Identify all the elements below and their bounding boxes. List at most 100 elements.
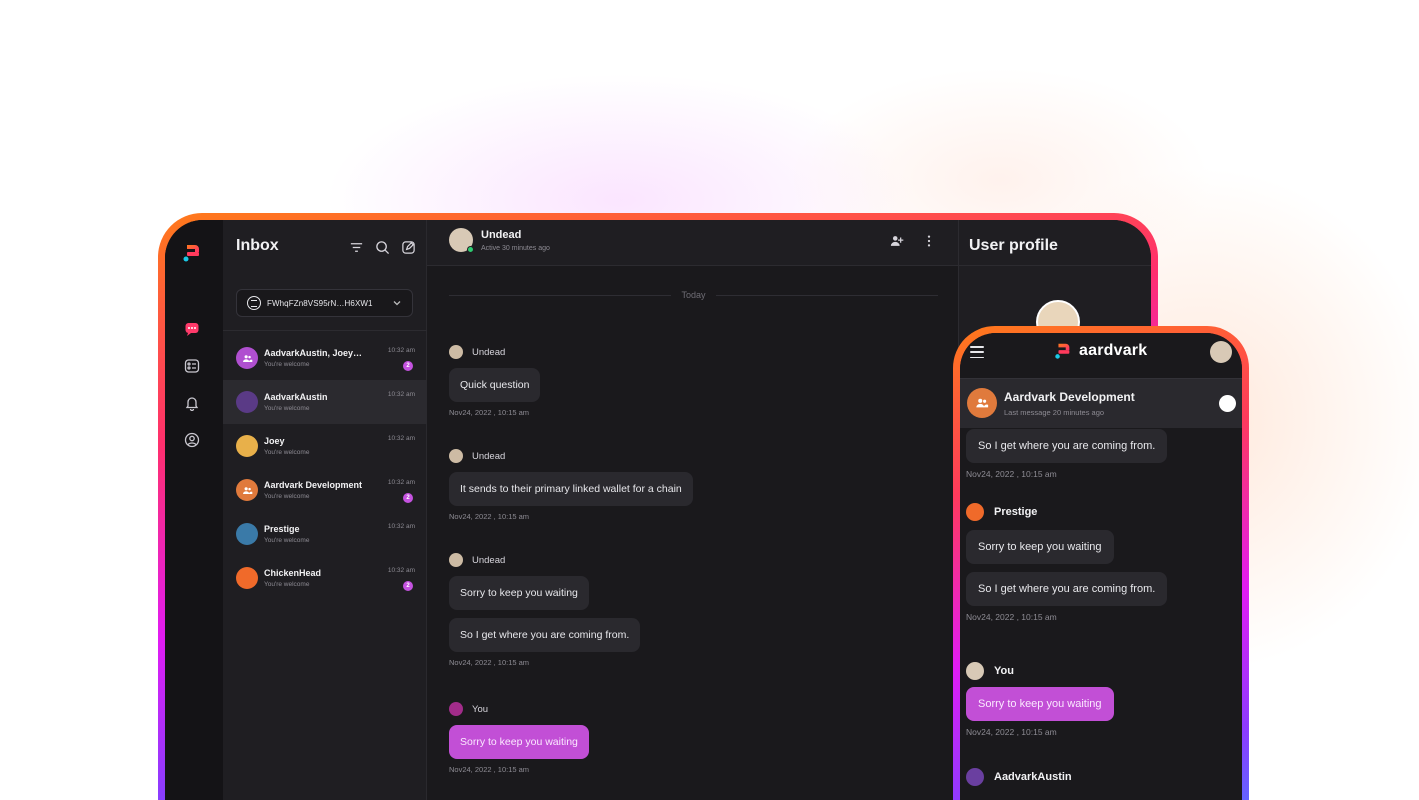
chat-header: Undead Active 30 minutes ago [427,220,958,266]
aardvark-logo-icon [1055,343,1070,359]
conversation-item[interactable]: Joey You're welcome 10:32 am [223,424,427,468]
chat-panel: Undead Active 30 minutes ago Today Undea [427,220,958,800]
conversation-time: 10:32 am [387,523,415,530]
message-bubble: So I get where you are coming from. [966,429,1168,463]
solana-icon [247,296,261,310]
conversation-item[interactable]: Prestige You're welcome 10:32 am [223,512,427,556]
avatar [449,449,463,463]
brand: aardvark [1053,341,1147,361]
message-time: Nov24, 2022 , 10:15 am [449,408,530,417]
conversation-preview: You're welcome [264,361,310,368]
message-bubble-own: Sorry to keep you waiting [449,725,589,759]
chevron-down-icon [392,298,402,308]
online-status-dot [467,246,474,253]
aardvark-logo-icon[interactable] [181,242,203,264]
profile-title: User profile [969,237,1058,254]
conversation-item[interactable]: AadvarkAustin You're welcome 10:32 am [223,380,427,424]
group-avatar [236,347,258,369]
conversation-time: 10:32 am [387,435,415,442]
sender-name: Undead [472,450,506,462]
message-group: You Sorry to keep you waiting Nov24, 202… [449,701,589,774]
mobile-top-bar: aardvark [960,333,1242,378]
conversation-name: Aardvark Development [264,480,363,490]
conversation-preview: You're welcome [264,493,310,500]
phone-device-frame: aardvark Aardvark Development Last messa… [953,326,1249,800]
inbox-title: Inbox [236,237,279,254]
unread-badge: 2 [403,361,413,371]
more-vertical-icon[interactable] [922,234,936,248]
conversation-subtitle: Last message 20 minutes ago [1004,408,1105,417]
compose-icon[interactable] [400,239,416,255]
wallet-selector[interactable]: FWhqFZn8VS95rN…H6XW1 [236,289,413,317]
message-time: Nov24, 2022 , 10:15 am [449,512,530,521]
message-time: Nov24, 2022 , 10:15 am [449,765,530,774]
conversation-name: Aardvark Development [1004,390,1135,404]
conversation-time: 10:32 am [387,391,415,398]
day-separator: Today [449,288,938,302]
message-bubble-own: Sorry to keep you waiting [966,687,1114,721]
message-bubble: Quick question [449,368,541,402]
conversation-name: Joey [264,436,285,446]
conversation-preview: You're welcome [264,537,310,544]
avatar[interactable] [1210,341,1232,363]
avatar [236,567,258,589]
conversation-name: AadvarkAustin [264,392,328,402]
message-group: Prestige Sorry to keep you waiting So I … [966,502,1168,622]
conversation-name: ChickenHead [264,568,322,578]
chat-actions [890,234,936,248]
conversation-item[interactable]: Aardvark Development You're welcome 10:3… [223,468,427,512]
conversation-item[interactable]: ChickenHead You're welcome 10:32 am 2 [223,556,427,600]
message-group: AadvarkAustin [966,767,1072,787]
avatar [236,435,258,457]
contacts-icon[interactable] [183,357,201,375]
sender-name: Undead [472,346,506,358]
avatar [449,345,463,359]
conversation-name: Prestige [264,524,300,534]
filter-icon[interactable] [348,239,364,255]
group-avatar [967,388,997,418]
conversation-preview: You're welcome [264,449,310,456]
avatar [236,391,258,413]
avatar [449,702,463,716]
inbox-toolbar [348,239,416,255]
sender-name: AadvarkAustin [994,771,1072,783]
message-bubble: It sends to their primary linked wallet … [449,472,693,506]
message-time: Nov24, 2022 , 10:15 am [966,727,1057,737]
sender-name: You [994,665,1014,677]
message-bubble: Sorry to keep you waiting [449,576,589,610]
avatar [966,503,984,521]
group-avatar [236,479,258,501]
inbox-panel: Inbox FWhqFZn8VS95rN…H6XW1 AadvarkAustin… [223,220,427,800]
message-group: Undead Quick question Nov24, 2022 , 10:1… [449,344,541,417]
search-icon[interactable] [374,239,390,255]
message-group: So I get where you are coming from. Nov2… [966,429,1168,479]
mobile-app: aardvark Aardvark Development Last messa… [960,333,1242,800]
brand-name: aardvark [1079,342,1148,359]
message-bubble: So I get where you are coming from. [449,618,641,652]
sender-name: Prestige [994,506,1038,518]
mobile-conversation-header[interactable]: Aardvark Development Last message 20 min… [960,378,1242,428]
bell-icon[interactable] [183,394,201,412]
avatar [966,768,984,786]
add-user-icon[interactable] [890,234,904,248]
conversation-time: 10:32 am [387,347,415,354]
chat-contact-status: Active 30 minutes ago [481,245,550,252]
message-time: Nov24, 2022 , 10:15 am [449,658,530,667]
avatar [236,523,258,545]
conversation-time: 10:32 am [387,479,415,486]
menu-icon[interactable] [970,346,984,358]
sender-name: You [472,703,489,715]
message-time: Nov24, 2022 , 10:15 am [966,469,1057,479]
message-group: You Sorry to keep you waiting Nov24, 202… [966,661,1114,737]
wallet-address: FWhqFZn8VS95rN…H6XW1 [267,298,373,308]
avatar [449,553,463,567]
chat-icon[interactable] [183,320,201,338]
day-label: Today [681,290,706,300]
conversation-item[interactable]: AadvarkAustin, Joey… You're welcome 10:3… [223,336,427,380]
profile-icon[interactable] [183,431,201,449]
toggle-knob[interactable] [1219,395,1236,412]
unread-badge: 2 [403,493,413,503]
conversation-time: 10:32 am [387,567,415,574]
divider [223,330,427,331]
conversation-preview: You're welcome [264,405,310,412]
